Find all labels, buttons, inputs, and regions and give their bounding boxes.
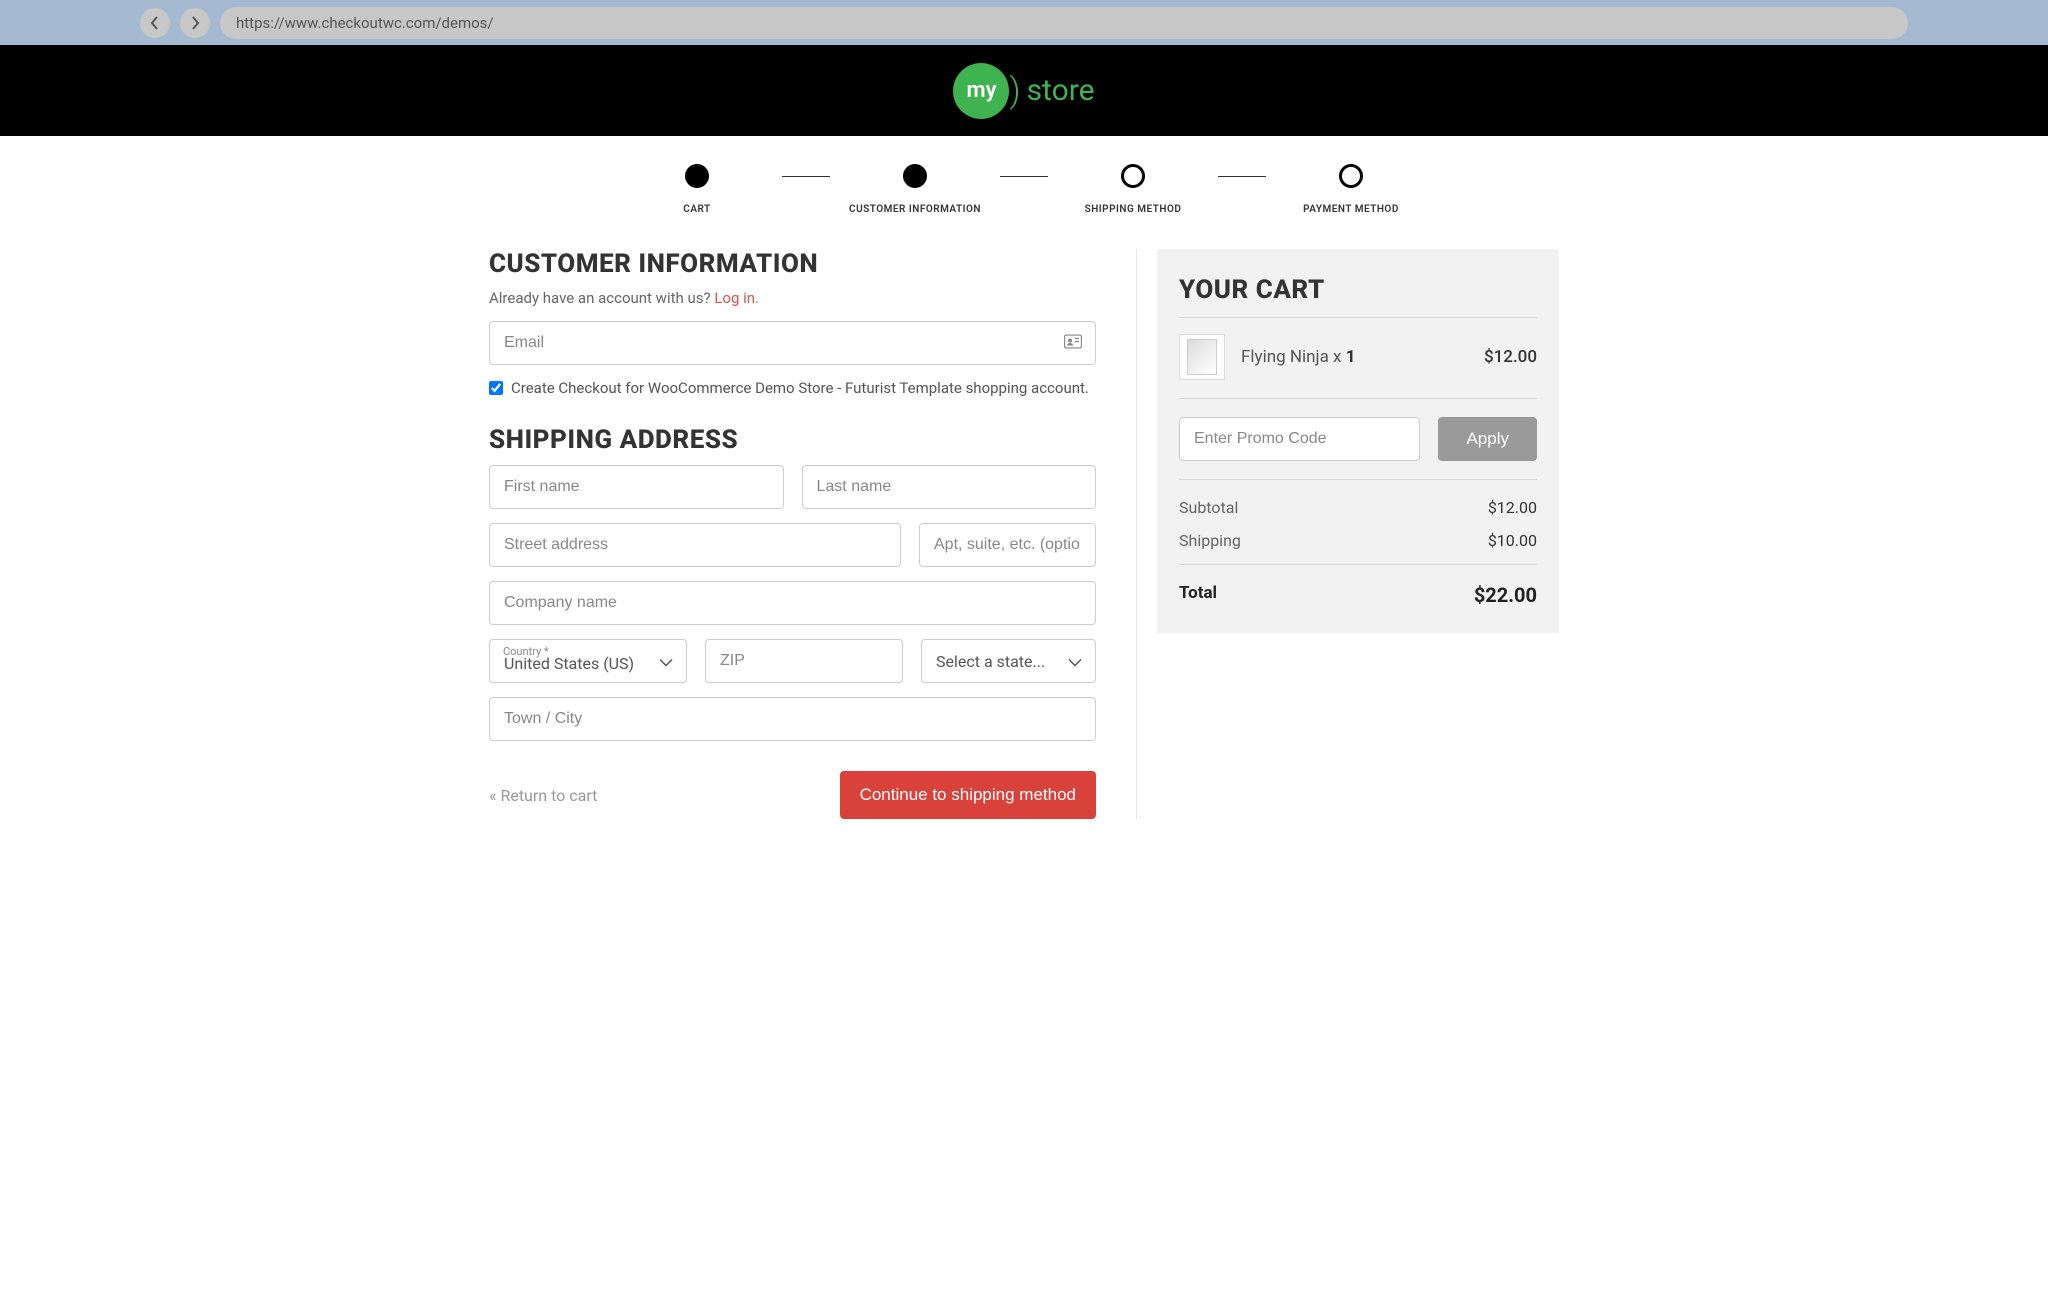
browser-forward-button[interactable] — [180, 8, 210, 38]
contact-card-icon — [1064, 334, 1082, 353]
account-prompt: Already have an account with us? Log in. — [489, 289, 1096, 307]
create-account-checkbox[interactable] — [489, 381, 503, 395]
step-label: CART — [683, 204, 710, 215]
continue-button[interactable]: Continue to shipping method — [840, 771, 1096, 819]
browser-chrome: https://www.checkoutwc.com/demos/ — [0, 0, 2048, 45]
email-field[interactable] — [489, 321, 1096, 365]
create-account-checkbox-row[interactable]: Create Checkout for WooCommerce Demo Sto… — [489, 379, 1096, 397]
shipping-label: Shipping — [1179, 531, 1241, 550]
step-circle-empty — [1339, 164, 1363, 188]
cart-item-name: Flying Ninja x 1 — [1241, 347, 1468, 367]
cart-item-qty: 1 — [1346, 347, 1356, 367]
step-circle-filled — [903, 164, 927, 188]
site-header: my ) store — [0, 45, 2048, 136]
cart-item-name-text: Flying Ninja x — [1241, 347, 1346, 367]
promo-code-field[interactable] — [1179, 417, 1420, 461]
total-label: Total — [1179, 583, 1217, 607]
step-cart[interactable]: CART — [612, 164, 782, 215]
step-circle-filled — [685, 164, 709, 188]
step-payment-method[interactable]: PAYMENT METHOD — [1266, 164, 1436, 215]
chevron-right-icon — [190, 16, 200, 30]
browser-back-button[interactable] — [140, 8, 170, 38]
state-placeholder: Select a state... — [936, 652, 1045, 671]
browser-url-text: https://www.checkoutwc.com/demos/ — [236, 14, 494, 32]
step-circle-empty — [1121, 164, 1145, 188]
subtotal-label: Subtotal — [1179, 498, 1238, 517]
checkout-stepper: CART CUSTOMER INFORMATION SHIPPING METHO… — [0, 136, 2048, 225]
cart-item: Flying Ninja x 1 $12.00 — [1179, 334, 1537, 399]
city-field[interactable] — [489, 697, 1096, 741]
cart-item-price: $12.00 — [1484, 347, 1537, 367]
country-label: Country * — [503, 645, 549, 658]
browser-url-bar[interactable]: https://www.checkoutwc.com/demos/ — [220, 7, 1908, 39]
total-value: $22.00 — [1474, 583, 1537, 607]
zip-field[interactable] — [705, 639, 903, 683]
step-connector — [782, 176, 830, 177]
create-account-label: Create Checkout for WooCommerce Demo Sto… — [511, 379, 1089, 397]
street-address-field[interactable] — [489, 523, 901, 567]
step-shipping-method[interactable]: SHIPPING METHOD — [1048, 164, 1218, 215]
shipping-value: $10.00 — [1488, 531, 1537, 550]
return-to-cart-link[interactable]: « Return to cart — [489, 786, 597, 805]
step-label: CUSTOMER INFORMATION — [849, 204, 981, 215]
step-customer-info[interactable]: CUSTOMER INFORMATION — [830, 164, 1000, 215]
customer-info-heading: CUSTOMER INFORMATION — [489, 249, 1096, 279]
shipping-address-heading: SHIPPING ADDRESS — [489, 425, 1096, 455]
company-field[interactable] — [489, 581, 1096, 625]
step-connector — [1218, 176, 1266, 177]
apt-suite-field[interactable] — [919, 523, 1096, 567]
step-label: SHIPPING METHOD — [1085, 204, 1182, 215]
site-logo[interactable]: my ) store — [953, 63, 1094, 119]
apply-promo-button[interactable]: Apply — [1438, 417, 1537, 461]
cart-item-thumbnail — [1179, 334, 1225, 380]
totals-divider — [1179, 564, 1537, 565]
chevron-left-icon — [150, 16, 160, 30]
subtotal-value: $12.00 — [1488, 498, 1537, 517]
step-connector — [1000, 176, 1048, 177]
cart-sidebar: YOUR CART Flying Ninja x 1 $12.00 Apply … — [1157, 249, 1559, 633]
first-name-field[interactable] — [489, 465, 784, 509]
logo-text: store — [1027, 73, 1095, 108]
state-select[interactable]: Select a state... — [921, 639, 1096, 683]
step-label: PAYMENT METHOD — [1303, 204, 1399, 215]
logo-circle: my — [953, 63, 1009, 119]
cart-heading: YOUR CART — [1179, 275, 1537, 318]
account-prompt-text: Already have an account with us? — [489, 289, 714, 307]
last-name-field[interactable] — [802, 465, 1097, 509]
login-link[interactable]: Log in. — [714, 289, 759, 307]
logo-circle-text: my — [966, 78, 996, 103]
